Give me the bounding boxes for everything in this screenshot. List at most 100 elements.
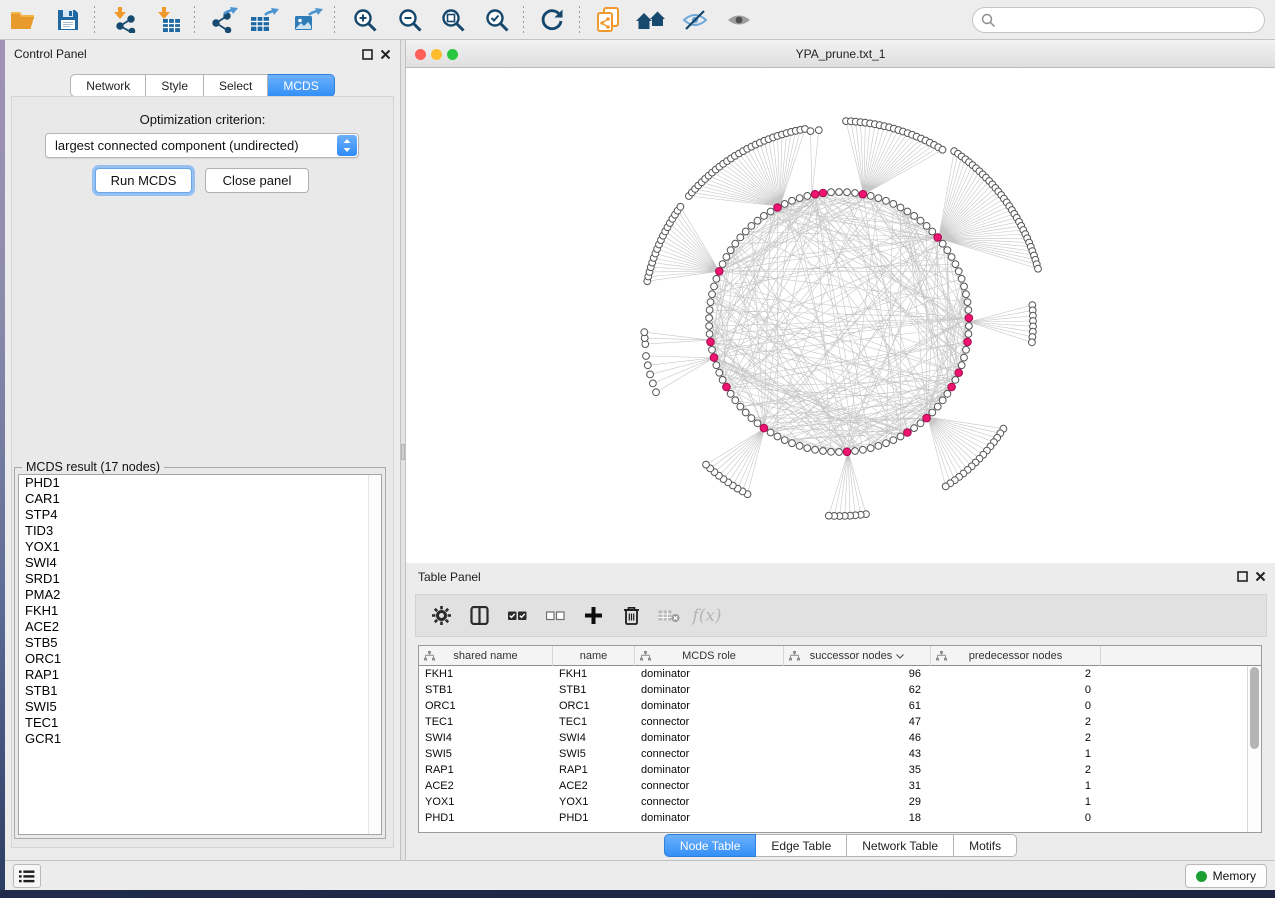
network-node[interactable] (706, 323, 713, 330)
network-node[interactable] (796, 195, 803, 202)
network-node[interactable] (748, 415, 755, 422)
tab-style[interactable]: Style (146, 74, 204, 97)
network-node[interactable] (958, 362, 965, 369)
result-node-item[interactable]: YOX1 (19, 539, 381, 555)
tab-mcds[interactable]: MCDS (268, 74, 334, 97)
select-all-button[interactable] (498, 599, 536, 633)
open-folder-button[interactable] (6, 4, 40, 36)
network-node[interactable] (883, 197, 890, 204)
network-node[interactable] (796, 443, 803, 450)
window-minimize-icon[interactable] (431, 49, 442, 60)
network-node[interactable] (716, 369, 723, 376)
network-node[interactable] (789, 440, 796, 447)
column-header-predecessor-nodes[interactable]: predecessor nodes (931, 646, 1101, 666)
network-node[interactable] (944, 247, 951, 254)
network-node[interactable] (965, 307, 972, 314)
network-node[interactable] (789, 197, 796, 204)
network-node[interactable] (961, 354, 968, 361)
table-row[interactable]: ORC1ORC1dominator610 (419, 698, 1261, 714)
network-node[interactable] (897, 204, 904, 211)
network-node[interactable] (897, 433, 904, 440)
add-column-button[interactable] (574, 599, 612, 633)
network-node[interactable] (825, 512, 832, 519)
network-node[interactable] (828, 189, 835, 196)
network-node[interactable] (732, 240, 739, 247)
network-node[interactable] (815, 127, 822, 134)
network-node[interactable] (727, 247, 734, 254)
network-node[interactable] (828, 448, 835, 455)
table-row[interactable]: SWI4SWI4dominator462 (419, 730, 1261, 746)
mcds-hub-node[interactable] (904, 429, 912, 437)
network-node[interactable] (650, 380, 657, 387)
network-node[interactable] (706, 307, 713, 314)
first-neighbors-button[interactable] (634, 4, 668, 36)
network-node[interactable] (965, 331, 972, 338)
network-node[interactable] (737, 234, 744, 241)
result-node-item[interactable]: ORC1 (19, 651, 381, 667)
network-node[interactable] (647, 371, 654, 378)
network-node[interactable] (742, 409, 749, 416)
network-node[interactable] (852, 190, 859, 197)
network-node[interactable] (934, 403, 941, 410)
table-row[interactable]: SWI5SWI5connector431 (419, 746, 1261, 762)
import-table-button[interactable] (151, 4, 185, 36)
network-node[interactable] (952, 377, 959, 384)
network-node[interactable] (742, 228, 749, 235)
column-header-shared-name[interactable]: shared name (419, 646, 553, 666)
network-node[interactable] (706, 315, 713, 322)
result-node-item[interactable]: TEC1 (19, 715, 381, 731)
network-node[interactable] (948, 254, 955, 261)
network-node[interactable] (883, 440, 890, 447)
network-node[interactable] (1035, 265, 1042, 272)
zoom-out-button[interactable] (393, 4, 427, 36)
network-node[interactable] (754, 420, 761, 427)
result-node-item[interactable]: SWI5 (19, 699, 381, 715)
network-node[interactable] (767, 208, 774, 215)
table-row[interactable]: RAP1RAP1dominator352 (419, 762, 1261, 778)
table-row[interactable]: TEC1TEC1connector472 (419, 714, 1261, 730)
network-node[interactable] (719, 261, 726, 268)
clone-network-button[interactable] (591, 4, 625, 36)
network-node[interactable] (767, 429, 774, 436)
network-node[interactable] (754, 217, 761, 224)
network-node[interactable] (703, 461, 710, 468)
export-table-button[interactable] (247, 4, 281, 36)
zoom-fit-button[interactable] (436, 4, 470, 36)
mcds-hub-node[interactable] (811, 190, 819, 198)
mcds-hub-node[interactable] (819, 189, 827, 197)
network-node[interactable] (939, 240, 946, 247)
network-node[interactable] (761, 213, 768, 220)
network-node[interactable] (807, 128, 814, 135)
close-mcds-panel-button[interactable]: Close panel (205, 168, 309, 193)
network-node[interactable] (844, 189, 851, 196)
table-settings-button[interactable] (422, 599, 460, 633)
mcds-hub-node[interactable] (843, 448, 851, 456)
result-node-item[interactable]: STP4 (19, 507, 381, 523)
network-node[interactable] (781, 437, 788, 444)
table-row[interactable]: PHD1PHD1dominator180 (419, 810, 1261, 826)
result-node-item[interactable]: RAP1 (19, 667, 381, 683)
table-row[interactable]: STB1STB1dominator620 (419, 682, 1261, 698)
divider-handle-icon[interactable] (401, 444, 405, 460)
network-node[interactable] (917, 217, 924, 224)
mcds-hub-node[interactable] (710, 354, 718, 362)
network-node[interactable] (774, 433, 781, 440)
network-node[interactable] (1029, 339, 1036, 346)
mcds-hub-node[interactable] (948, 383, 956, 391)
zoom-in-button[interactable] (348, 4, 382, 36)
network-node[interactable] (963, 346, 970, 353)
result-node-item[interactable]: STB1 (19, 683, 381, 699)
network-node[interactable] (709, 291, 716, 298)
result-node-item[interactable]: ACE2 (19, 619, 381, 635)
network-node[interactable] (917, 420, 924, 427)
hide-selected-button[interactable] (678, 4, 712, 36)
delete-column-button[interactable] (612, 599, 650, 633)
show-panels-list-button[interactable] (13, 864, 41, 888)
memory-button[interactable]: Memory (1185, 864, 1267, 888)
table-scrollbar[interactable] (1247, 666, 1261, 832)
network-node[interactable] (923, 223, 930, 230)
result-node-item[interactable]: PMA2 (19, 587, 381, 603)
network-node[interactable] (867, 445, 874, 452)
network-node[interactable] (958, 275, 965, 282)
export-image-button[interactable] (291, 4, 325, 36)
